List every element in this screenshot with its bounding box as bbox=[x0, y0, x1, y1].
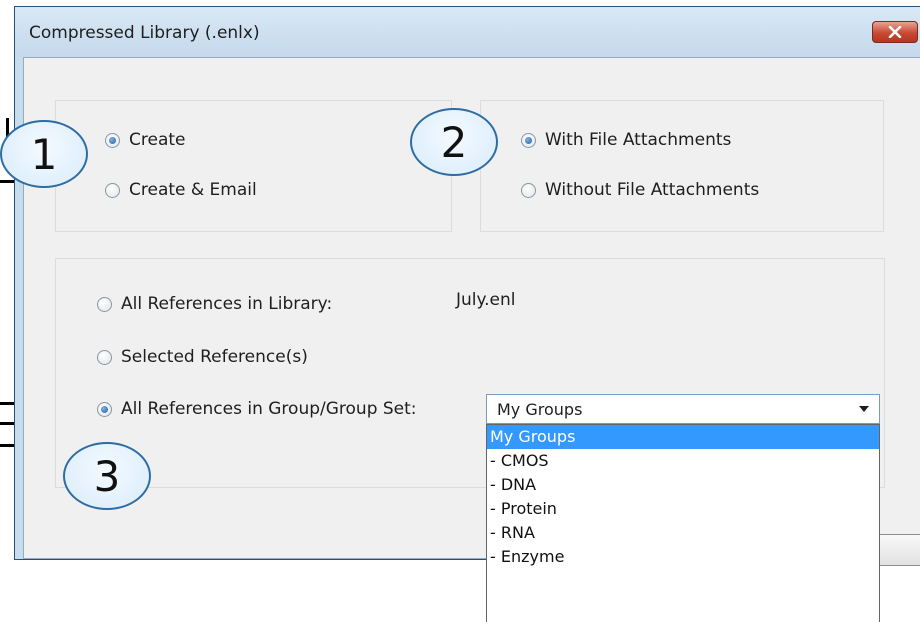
radio-all-references-library-label: All References in Library: bbox=[121, 294, 333, 314]
step-badge-2: 2 bbox=[410, 108, 498, 176]
attachments-options-group: With File Attachments Without File Attac… bbox=[480, 100, 884, 232]
radio-button[interactable] bbox=[521, 182, 536, 198]
radio-button-checked[interactable] bbox=[105, 132, 120, 148]
radio-button[interactable] bbox=[97, 349, 112, 365]
dropdown-option-rna[interactable]: - RNA bbox=[487, 521, 879, 545]
group-select[interactable]: My Groups bbox=[486, 394, 880, 424]
dropdown-option-protein[interactable]: - Protein bbox=[487, 497, 879, 521]
dropdown-option-cmos[interactable]: - CMOS bbox=[487, 449, 879, 473]
radio-without-attachments-label: Without File Attachments bbox=[545, 180, 760, 200]
create-options-group: Create Create & Email bbox=[55, 100, 452, 232]
step-badge-3: 3 bbox=[63, 442, 151, 510]
radio-button[interactable] bbox=[97, 296, 112, 312]
close-icon bbox=[888, 26, 902, 38]
close-button[interactable] bbox=[872, 21, 918, 43]
radio-button-checked[interactable] bbox=[97, 401, 112, 417]
radio-without-attachments[interactable]: Without File Attachments bbox=[521, 180, 759, 200]
title-bar[interactable]: Compressed Library (.enlx) bbox=[15, 7, 920, 57]
radio-selected-references[interactable]: Selected Reference(s) bbox=[97, 347, 308, 367]
radio-create-email[interactable]: Create & Email bbox=[105, 180, 257, 200]
dropdown-option-enzyme[interactable]: - Enzyme bbox=[487, 545, 879, 569]
radio-all-references-group[interactable]: All References in Group/Group Set: bbox=[97, 399, 417, 419]
background-fragment bbox=[0, 402, 14, 405]
radio-create-label: Create bbox=[129, 130, 186, 150]
radio-with-attachments[interactable]: With File Attachments bbox=[521, 130, 731, 150]
background-fragment bbox=[0, 180, 14, 183]
dropdown-option-dna[interactable]: - DNA bbox=[487, 473, 879, 497]
radio-create[interactable]: Create bbox=[105, 130, 186, 150]
window-title: Compressed Library (.enlx) bbox=[29, 23, 260, 43]
chevron-down-icon[interactable] bbox=[859, 406, 869, 412]
radio-create-email-label: Create & Email bbox=[129, 180, 257, 200]
library-name: July.enl bbox=[456, 290, 516, 310]
radio-with-attachments-label: With File Attachments bbox=[545, 130, 732, 150]
radio-button[interactable] bbox=[105, 182, 120, 198]
group-select-value: My Groups bbox=[497, 399, 583, 419]
background-fragment bbox=[0, 422, 14, 425]
radio-button-checked[interactable] bbox=[521, 132, 536, 148]
background-fragment bbox=[0, 444, 14, 447]
dropdown-option-my-groups[interactable]: My Groups bbox=[487, 425, 879, 449]
radio-selected-references-label: Selected Reference(s) bbox=[121, 347, 308, 367]
step-badge-1: 1 bbox=[0, 120, 88, 188]
group-select-dropdown: My Groups - CMOS - DNA - Protein - RNA -… bbox=[486, 424, 880, 622]
radio-all-references-library[interactable]: All References in Library: bbox=[97, 294, 332, 314]
radio-all-references-group-label: All References in Group/Group Set: bbox=[121, 399, 417, 419]
